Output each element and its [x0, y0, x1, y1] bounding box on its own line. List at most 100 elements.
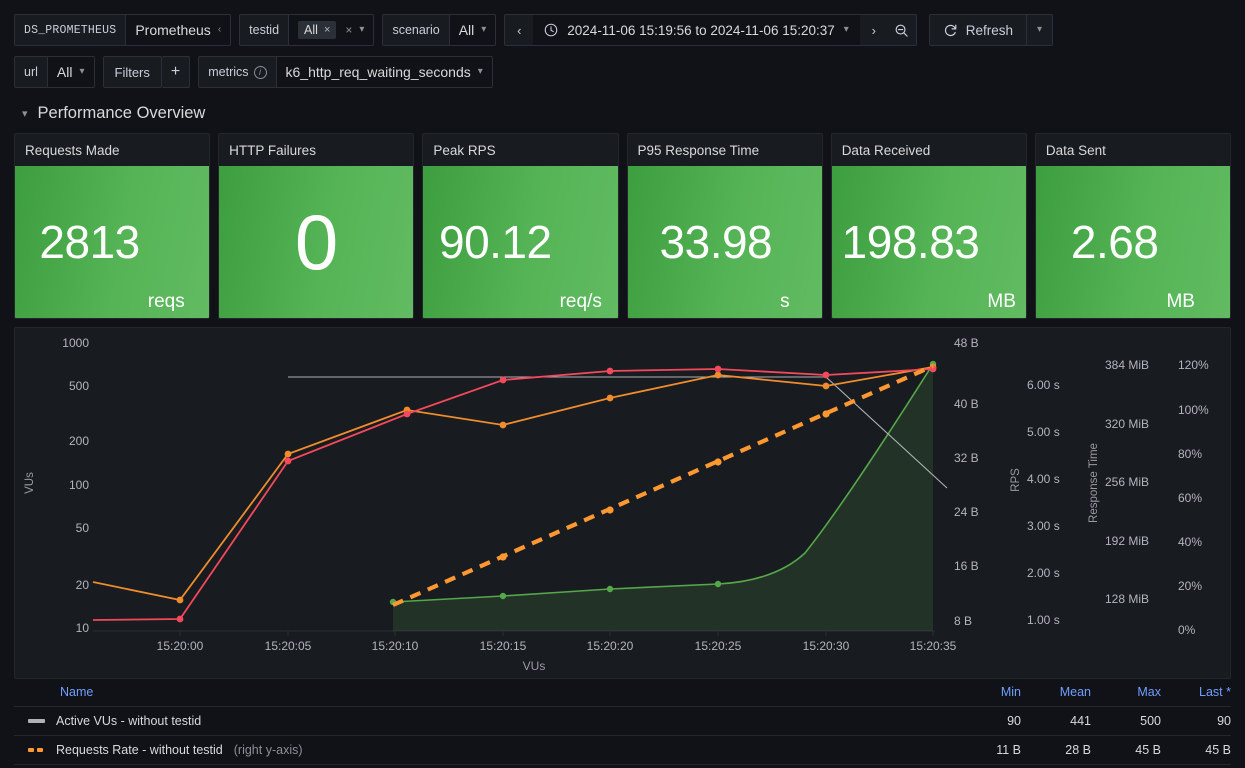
- row-title: Performance Overview: [37, 104, 206, 122]
- legend-row[interactable]: Requests Rate - without testid (right y-…: [14, 735, 1231, 765]
- legend-table: Name Min Mean Max Last * Active VUs - wi…: [14, 679, 1231, 765]
- legend-value-min: 90: [951, 706, 1021, 736]
- legend-col-last[interactable]: Last *: [1161, 679, 1231, 707]
- legend-value-max: 45 B: [1091, 735, 1161, 765]
- legend-value-max: 500: [1091, 706, 1161, 736]
- variable-scenario[interactable]: scenario All ▾: [382, 14, 497, 46]
- legend-axis-note: (right y-axis): [233, 743, 303, 757]
- panel-title: Peak RPS: [433, 143, 496, 158]
- stat-value-wrap: 33.98 s: [627, 166, 822, 318]
- toolbar-row-1: DS_PROMETHEUS Prometheus ‹ testid All × …: [14, 14, 1231, 46]
- stat-value-wrap: 2.68 MB: [1035, 166, 1231, 318]
- panel-title: Data Sent: [1045, 143, 1106, 158]
- tick-500: 500: [69, 379, 89, 393]
- xtick-7: 15:20:35: [910, 639, 957, 653]
- close-icon[interactable]: ×: [324, 24, 330, 36]
- legend-col-max[interactable]: Max: [1091, 679, 1161, 707]
- tick-50: 50: [76, 521, 90, 535]
- xtick-3: 15:20:15: [480, 639, 527, 653]
- stat-panel-requests-made[interactable]: Requests Made 2813 reqs: [14, 133, 211, 319]
- legend-value-mean: 28 B: [1021, 735, 1091, 765]
- url-value: All: [56, 64, 73, 80]
- refresh-button[interactable]: Refresh: [929, 15, 1027, 45]
- axis-title-vus: VUs: [24, 472, 36, 494]
- legend-series-name: Requests Rate - without testid: [56, 743, 223, 757]
- scenario-value: All: [458, 22, 475, 38]
- time-range-button[interactable]: 2024-11-06 15:19:56 to 2024-11-06 15:20:…: [533, 15, 860, 45]
- metrics-label: metrics i: [199, 57, 277, 87]
- legend-row[interactable]: Active VUs - without testid 90 441 500 9…: [14, 706, 1231, 736]
- panel-title: Data Received: [841, 143, 931, 158]
- url-label: url: [15, 57, 48, 87]
- variable-url[interactable]: url All ▾: [14, 56, 95, 88]
- variable-datasource[interactable]: DS_PROMETHEUS Prometheus ‹: [14, 14, 232, 46]
- metrics-value: k6_http_req_waiting_seconds: [285, 64, 471, 80]
- stat-panel-http-failures[interactable]: HTTP Failures 0: [218, 133, 415, 319]
- stat-value-wrap: 2813 reqs: [15, 166, 210, 318]
- dashboard-toolbar: DS_PROMETHEUS Prometheus ‹ testid All × …: [0, 0, 1245, 88]
- filters-group: Filters +: [102, 56, 191, 88]
- variable-metrics[interactable]: metrics i k6_http_req_waiting_seconds ▾: [198, 56, 493, 88]
- refresh-group[interactable]: Refresh ▾: [928, 14, 1054, 46]
- time-shift-back-button[interactable]: ‹: [505, 15, 534, 45]
- chevron-down-icon[interactable]: ▾: [22, 107, 28, 120]
- legend-value-min: 11 B: [951, 735, 1021, 765]
- stat-value: 2.68: [1070, 216, 1159, 268]
- row-header-performance-overview[interactable]: ▾ Performance Overview: [0, 98, 1245, 133]
- tick-40B: 40 B: [954, 397, 979, 411]
- xtick-0: 15:20:00: [157, 639, 204, 653]
- legend-col-min[interactable]: Min: [951, 679, 1021, 707]
- tick-0pct: 0%: [1178, 623, 1196, 637]
- stat-value: 0: [294, 198, 338, 286]
- variable-testid[interactable]: testid All × × ▾: [239, 14, 375, 46]
- time-range-picker[interactable]: ‹ 2024-11-06 15:19:56 to 2024-11-06 15:2…: [504, 14, 917, 46]
- refresh-interval-dropdown[interactable]: ▾: [1026, 15, 1053, 45]
- add-filter-button[interactable]: +: [161, 56, 191, 88]
- tick-2s: 2.00 s: [1027, 566, 1060, 580]
- timeseries-plot: VUs 1000 500 200 100 50 20 10 48 B 40 B …: [24, 336, 1209, 673]
- tick-200: 200: [69, 434, 89, 448]
- stat-value: 2813: [39, 216, 140, 268]
- scenario-select[interactable]: All ▾: [449, 15, 496, 45]
- stat-unit: req/s: [559, 291, 602, 312]
- legend-col-name[interactable]: Name: [14, 679, 951, 707]
- zoom-out-icon: [895, 24, 908, 37]
- tick-20: 20: [76, 578, 90, 592]
- metrics-select[interactable]: k6_http_req_waiting_seconds ▾: [276, 57, 492, 87]
- right-axis-percent-ticks: 120% 100% 80% 60% 40% 20% 0%: [1178, 358, 1209, 637]
- stat-panel-data-sent[interactable]: Data Sent 2.68 MB: [1034, 133, 1232, 319]
- stat-panel-data-received[interactable]: Data Received 198.83 MB: [830, 133, 1027, 319]
- x-tick-marks: [179, 631, 934, 636]
- axis-title-rps: RPS: [1010, 468, 1022, 492]
- info-icon[interactable]: i: [253, 65, 267, 79]
- legend-value-mean: 441: [1021, 706, 1091, 736]
- clear-icon[interactable]: ×: [343, 23, 352, 37]
- timeseries-panel[interactable]: VUs 1000 500 200 100 50 20 10 48 B 40 B …: [14, 327, 1231, 679]
- tick-100: 100: [69, 478, 89, 492]
- datasource-select[interactable]: Prometheus ‹: [126, 15, 231, 45]
- stat-panel-peak-rps[interactable]: Peak RPS 90.12 req/s: [422, 133, 619, 319]
- testid-pill-label: All: [304, 23, 318, 37]
- time-shift-forward-button[interactable]: ›: [859, 15, 888, 45]
- chevron-down-icon: ▾: [359, 24, 365, 35]
- xtick-2: 15:20:10: [372, 639, 419, 653]
- stat-unit: s: [780, 291, 790, 312]
- x-axis-title: VUs: [523, 659, 546, 673]
- zoom-out-button[interactable]: [887, 15, 916, 45]
- stat-panel-p95-response-time[interactable]: P95 Response Time 33.98 s: [626, 133, 823, 319]
- legend-color-swatch: [28, 748, 45, 752]
- legend-series-name: Active VUs - without testid: [56, 714, 202, 728]
- toolbar-row-2: url All ▾ Filters + metrics i k6_http_re…: [14, 56, 1231, 88]
- url-select[interactable]: All ▾: [47, 57, 94, 87]
- tick-320MiB: 320 MiB: [1105, 417, 1149, 431]
- legend-col-mean[interactable]: Mean: [1021, 679, 1091, 707]
- tick-384MiB: 384 MiB: [1105, 358, 1149, 372]
- datasource-label: DS_PROMETHEUS: [15, 15, 127, 45]
- tick-80pct: 80%: [1178, 447, 1202, 461]
- testid-select[interactable]: All × × ▾: [289, 15, 374, 45]
- testid-pill[interactable]: All ×: [298, 21, 337, 39]
- metrics-label-text: metrics: [208, 65, 249, 79]
- legend-value-last: 45 B: [1161, 735, 1231, 765]
- tick-120pct: 120%: [1178, 358, 1209, 372]
- stat-value: 90.12: [438, 216, 552, 268]
